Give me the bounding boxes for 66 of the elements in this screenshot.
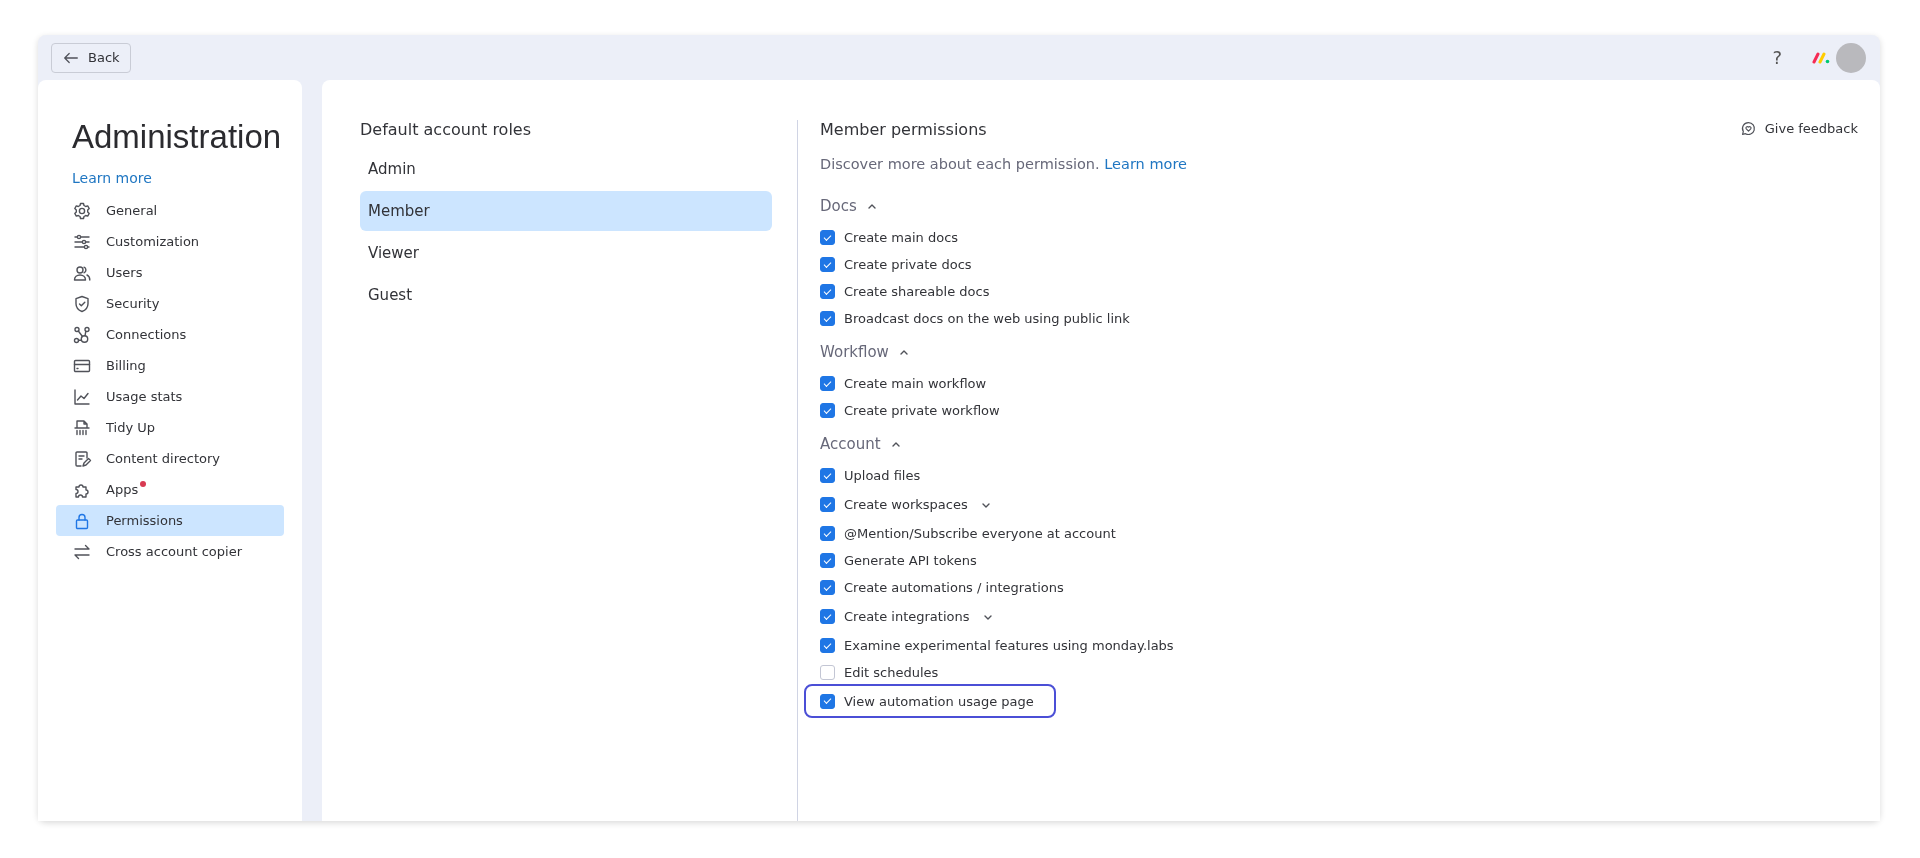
checkbox[interactable]: [820, 665, 835, 680]
shield-icon: [72, 293, 92, 314]
give-feedback-button[interactable]: Give feedback: [1739, 120, 1858, 137]
permission-label: Create shareable docs: [844, 284, 990, 299]
permission-label: Upload files: [844, 468, 921, 483]
document-edit-icon: [72, 448, 92, 469]
sidebar-item[interactable]: Customization: [56, 226, 284, 257]
permission-label: Create integrations: [844, 609, 970, 624]
sidebar-item[interactable]: Security: [56, 288, 284, 319]
sidebar-item[interactable]: Tidy Up: [56, 412, 284, 443]
connections-icon: [72, 324, 92, 345]
sidebar-item[interactable]: Cross account copier: [56, 536, 284, 567]
sidebar-item[interactable]: Billing: [56, 350, 284, 381]
sidebar-item[interactable]: Permissions: [56, 505, 284, 536]
checkbox[interactable]: [820, 609, 835, 624]
sidebar-item[interactable]: Connections: [56, 319, 284, 350]
help-button[interactable]: ?: [1772, 47, 1782, 68]
permission-label: Generate API tokens: [844, 553, 977, 568]
permission-label: Create automations / integrations: [844, 580, 1064, 595]
section-heading: Default account roles: [360, 120, 532, 139]
checkbox[interactable]: [820, 693, 835, 709]
permission-label: @Mention/Subscribe everyone at account: [844, 526, 1116, 541]
section-label: Account: [820, 435, 881, 453]
sidebar-item[interactable]: Users: [56, 257, 284, 288]
role-item[interactable]: Admin: [360, 149, 772, 189]
back-button[interactable]: Back: [51, 42, 131, 73]
section-label: Docs: [820, 197, 857, 215]
permission-label: View automation usage page: [844, 693, 1034, 709]
sidebar-item[interactable]: General: [56, 195, 284, 226]
permission-label: Create workspaces: [844, 497, 968, 512]
checkbox[interactable]: [820, 284, 835, 299]
sidebar-item[interactable]: Apps: [56, 474, 284, 505]
permission-label: Create private docs: [844, 257, 972, 272]
chart-icon: [72, 386, 92, 407]
speech-heart-icon: [1739, 120, 1757, 137]
intro-text: Discover more about each permission. Learn more: [820, 156, 1188, 172]
role-item[interactable]: Viewer: [360, 233, 772, 273]
gear-icon: [72, 200, 92, 221]
checkbox[interactable]: [820, 257, 835, 272]
checkbox[interactable]: [820, 468, 835, 483]
permission-label: Edit schedules: [844, 665, 939, 680]
shredder-icon: [72, 417, 92, 438]
section-heading: Member permissions: [820, 120, 987, 139]
logo-icon: [1812, 51, 1830, 64]
checkbox[interactable]: [820, 638, 835, 653]
checkbox[interactable]: [820, 580, 835, 595]
learn-more-link[interactable]: Learn more: [72, 170, 152, 186]
checkbox[interactable]: [820, 497, 835, 512]
checkbox[interactable]: [820, 230, 835, 245]
sidebar-item[interactable]: Usage stats: [56, 381, 284, 412]
permission-label: Create main workflow: [844, 376, 987, 391]
checkbox[interactable]: [820, 526, 835, 541]
permission-label: Create main docs: [844, 230, 959, 245]
permission-label: Examine experimental features using monday.labs: [844, 638, 1174, 653]
checkbox[interactable]: [820, 403, 835, 418]
role-item[interactable]: Member: [360, 191, 772, 231]
checkbox[interactable]: [820, 376, 835, 391]
learn-more-link[interactable]: Learn more: [1104, 156, 1187, 172]
checkbox[interactable]: [820, 311, 835, 326]
permission-label: Broadcast docs on the web using public link: [844, 311, 1130, 326]
role-item[interactable]: Guest: [360, 275, 772, 315]
page-title: Administration: [72, 118, 283, 156]
section-label: Workflow: [820, 343, 889, 361]
sidebar-item[interactable]: Content directory: [56, 443, 284, 474]
permission-label: Create private workflow: [844, 403, 1000, 418]
checkbox[interactable]: [820, 553, 835, 568]
